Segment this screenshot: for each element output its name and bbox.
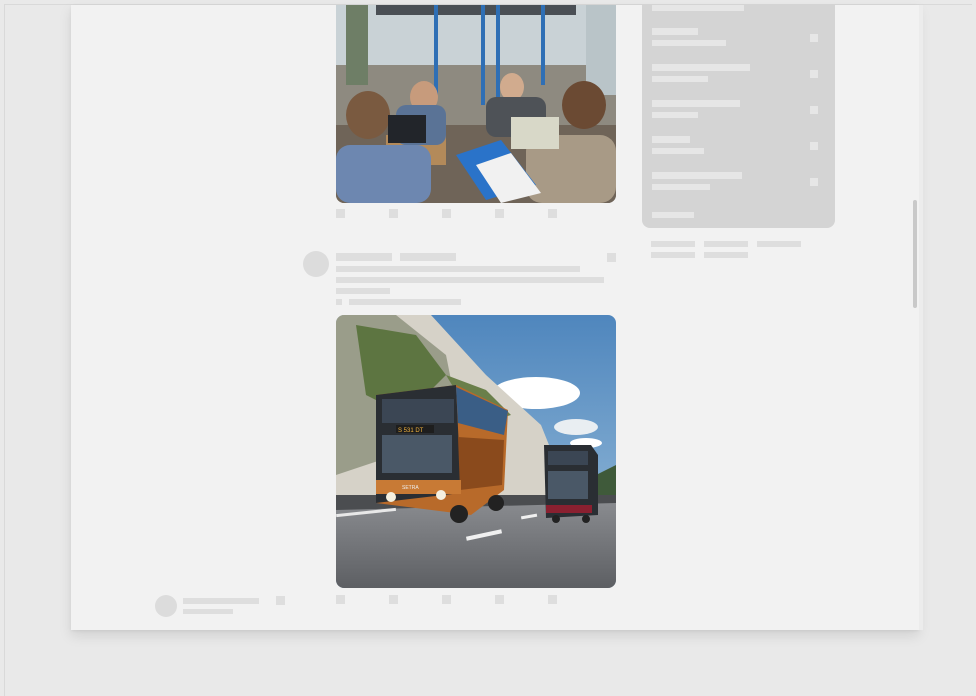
trend-title[interactable] bbox=[652, 172, 742, 179]
footer-link[interactable] bbox=[704, 252, 748, 258]
post-text-line bbox=[336, 266, 580, 272]
trend-subtitle bbox=[652, 112, 698, 118]
footer-link[interactable] bbox=[704, 241, 748, 247]
post-image-double-decker-coach[interactable]: S 531 DT SETRA bbox=[336, 315, 616, 588]
trend-title[interactable] bbox=[652, 100, 740, 107]
account-more-icon[interactable] bbox=[276, 596, 285, 605]
coach-photo: S 531 DT SETRA bbox=[336, 315, 616, 588]
scrollbar-thumb[interactable] bbox=[913, 200, 917, 308]
action-comment-icon[interactable] bbox=[389, 595, 398, 604]
double-decker-coach-main bbox=[376, 385, 508, 523]
post-text-line bbox=[336, 288, 390, 294]
trend-title[interactable] bbox=[652, 28, 698, 35]
trend-more-icon[interactable] bbox=[810, 142, 818, 150]
action-bookmark-icon[interactable] bbox=[548, 209, 557, 218]
page-gutter bbox=[919, 5, 923, 630]
trend-subtitle bbox=[652, 184, 710, 190]
action-repost-icon[interactable] bbox=[495, 209, 504, 218]
action-like-icon[interactable] bbox=[336, 595, 345, 604]
link-icon bbox=[336, 299, 342, 305]
account-name-placeholder[interactable] bbox=[183, 598, 259, 604]
trend-subtitle bbox=[652, 40, 726, 46]
avatar[interactable] bbox=[303, 251, 329, 277]
action-share-icon[interactable] bbox=[442, 595, 451, 604]
account-avatar[interactable] bbox=[155, 595, 177, 617]
feed-page: S 531 DT SETRA bbox=[71, 5, 919, 630]
bus-interior-photo bbox=[336, 5, 616, 203]
trend-more-icon[interactable] bbox=[810, 70, 818, 78]
sidebar-trends-card bbox=[642, 5, 835, 228]
sidebar-line bbox=[652, 5, 744, 11]
trend-title[interactable] bbox=[652, 64, 750, 71]
footer-link[interactable] bbox=[651, 241, 695, 247]
more-options-icon[interactable] bbox=[607, 253, 616, 262]
action-share-icon[interactable] bbox=[442, 209, 451, 218]
trend-subtitle bbox=[652, 148, 704, 154]
bus-destination-sign: S 531 DT bbox=[398, 428, 424, 434]
post-text-line bbox=[336, 277, 604, 283]
post-image-bus-interior[interactable] bbox=[336, 5, 616, 203]
footer-link[interactable] bbox=[651, 252, 695, 258]
bus-brand-label: SETRA bbox=[402, 485, 419, 491]
author-handle-placeholder bbox=[400, 253, 456, 261]
action-like-icon[interactable] bbox=[336, 209, 345, 218]
author-name-placeholder[interactable] bbox=[336, 253, 392, 261]
trend-more-icon[interactable] bbox=[810, 34, 818, 42]
trend-subtitle bbox=[652, 76, 708, 82]
trend-title[interactable] bbox=[652, 136, 690, 143]
show-more-link[interactable] bbox=[652, 212, 694, 218]
action-repost-icon[interactable] bbox=[495, 595, 504, 604]
action-bookmark-icon[interactable] bbox=[548, 595, 557, 604]
account-handle-placeholder bbox=[183, 609, 233, 614]
post-link-line[interactable] bbox=[349, 299, 461, 305]
footer-link[interactable] bbox=[757, 241, 801, 247]
trend-more-icon[interactable] bbox=[810, 106, 818, 114]
double-decker-coach-second bbox=[544, 445, 598, 523]
trend-more-icon[interactable] bbox=[810, 178, 818, 186]
action-comment-icon[interactable] bbox=[389, 209, 398, 218]
